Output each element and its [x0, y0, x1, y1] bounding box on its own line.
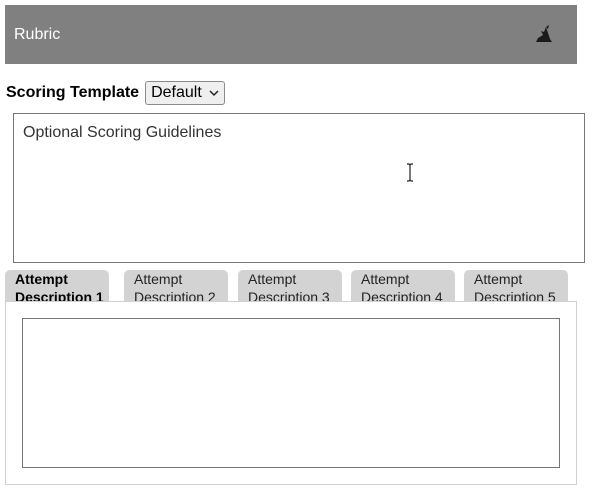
tab-attempt-description-2[interactable]: Attempt Description 2 [124, 270, 228, 305]
scoring-template-row: Scoring Template Default [6, 80, 225, 106]
rubric-header: Rubric [5, 5, 577, 64]
tab-label-line1: Attempt [134, 271, 183, 287]
tab-attempt-description-4[interactable]: Attempt Description 4 [351, 270, 455, 305]
scoring-guidelines-placeholder: Optional Scoring Guidelines [23, 124, 222, 141]
chevron-down-icon [209, 90, 219, 97]
text-cursor-icon [407, 163, 413, 182]
tab-attempt-description-1[interactable]: Attempt Description 1 [5, 270, 109, 305]
tab-label-line1: Attempt [474, 271, 523, 287]
scoring-template-label: Scoring Template [6, 84, 140, 101]
scoring-template-value: Default [151, 84, 202, 101]
tab-label-line1: Attempt [15, 271, 68, 287]
tab-label-line1: Attempt [248, 271, 297, 287]
attempt-tabs: Attempt Description 1 Attempt Descriptio… [5, 270, 577, 305]
attempt-description-textarea[interactable] [22, 318, 560, 468]
attempt-description-panel [5, 301, 577, 485]
tab-attempt-description-3[interactable]: Attempt Description 3 [238, 270, 342, 305]
header-title: Rubric [14, 25, 61, 43]
tab-attempt-description-5[interactable]: Attempt Description 5 [464, 270, 568, 305]
scoring-guidelines-textarea[interactable]: Optional Scoring Guidelines [13, 113, 585, 263]
wizard-hat-icon[interactable] [533, 23, 555, 45]
scoring-template-select[interactable]: Default [145, 81, 225, 105]
tab-label-line1: Attempt [361, 271, 410, 287]
